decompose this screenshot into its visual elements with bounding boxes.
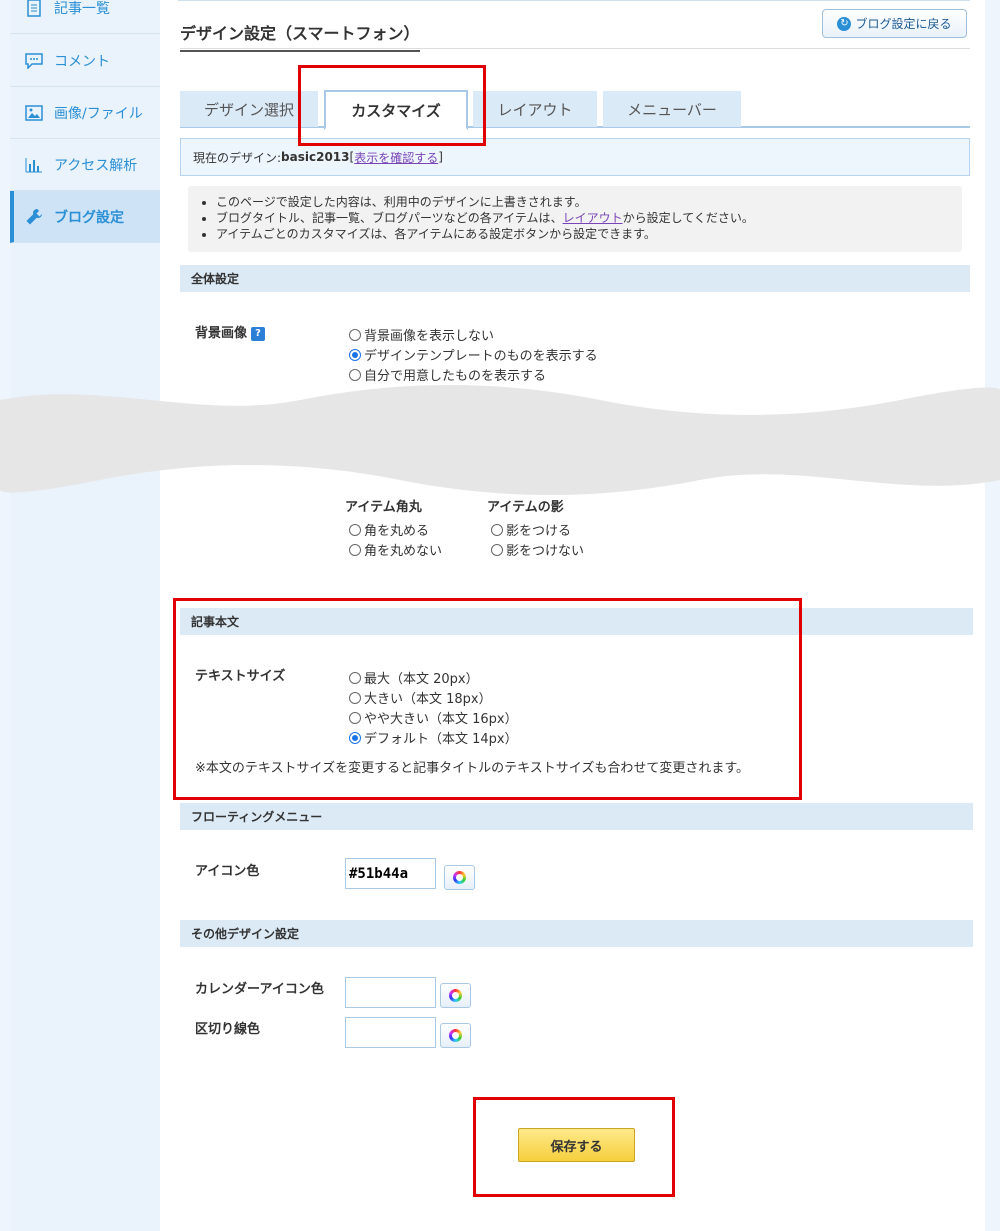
divider <box>180 48 970 49</box>
calendar-icon-color-label: カレンダーアイコン色 <box>195 982 324 997</box>
color-wheel-icon <box>449 989 462 1002</box>
notice-text: から設定してください。 <box>622 211 754 225</box>
sidebar-item-articles[interactable]: 記事一覧 <box>10 0 160 34</box>
help-icon[interactable]: ? <box>251 326 266 341</box>
current-design-prefix: 現在のデザイン: <box>193 150 282 165</box>
back-to-blog-settings-button[interactable]: ↻ ブログ設定に戻る <box>822 9 967 38</box>
notice-item: このページで設定した内容は、利用中のデザインに上書きされます。 <box>216 194 950 210</box>
text-size-note: ※本文のテキストサイズを変更すると記事タイトルのテキストサイズも合わせて変更され… <box>195 761 750 776</box>
radio-button[interactable] <box>349 523 361 536</box>
section-header-floating-menu: フローティングメニュー <box>180 803 973 830</box>
section-header-article-body: 記事本文 <box>180 608 973 635</box>
bracket: ] <box>438 150 443 164</box>
sidebar-item-label: 画像/ファイル <box>54 105 143 122</box>
option-label: 角を丸めない <box>364 544 443 559</box>
sidebar: 記事一覧 コメント 画像/ファイル アクセス解析 ブログ設定 <box>10 0 160 1231</box>
radio-button[interactable] <box>349 543 361 556</box>
option-label: 影をつけない <box>506 544 585 559</box>
shadow-on-option[interactable]: 影をつける <box>491 520 571 539</box>
tab-bar: デザイン選択 カスタマイズ レイアウト メニューバー <box>180 90 970 130</box>
option-label: 影をつける <box>506 524 572 539</box>
calendar-color-picker-button[interactable] <box>440 983 471 1008</box>
corner-square-option[interactable]: 角を丸めない <box>349 540 442 559</box>
text-size-option-default[interactable]: デフォルト（本文 14px） <box>349 728 518 747</box>
bg-option-template[interactable]: デザインテンプレートのものを表示する <box>349 345 598 364</box>
radio-button[interactable] <box>349 368 361 381</box>
back-button-label: ブログ設定に戻る <box>855 17 952 31</box>
radio-button[interactable] <box>349 691 361 704</box>
shadow-off-option[interactable]: 影をつけない <box>491 540 584 559</box>
corner-round-option[interactable]: 角を丸める <box>349 520 429 539</box>
tab-layout[interactable]: レイアウト <box>473 91 597 127</box>
tab-menu-bar[interactable]: メニューバー <box>603 91 741 127</box>
section-header-global: 全体設定 <box>180 265 970 292</box>
sidebar-item-blog-settings[interactable]: ブログ設定 <box>10 191 160 243</box>
text-size-label: テキストサイズ <box>195 669 286 684</box>
bar-chart-icon <box>24 155 44 175</box>
text-size-option-medium[interactable]: やや大きい（本文 16px） <box>349 708 518 727</box>
icon-color-label: アイコン色 <box>195 864 260 879</box>
bg-image-label: 背景画像? <box>195 322 266 341</box>
notice-item: アイテムごとのカスタマイズは、各アイテムにある設定ボタンから設定できます。 <box>216 226 950 242</box>
radio-button[interactable] <box>349 348 361 361</box>
sidebar-item-label: アクセス解析 <box>54 157 138 174</box>
divider-color-input[interactable] <box>345 1017 436 1048</box>
option-label: 背景画像を表示しない <box>364 329 495 344</box>
image-icon <box>24 103 44 123</box>
current-design-bar: 現在のデザイン: basic2013 [ 表示を確認する ] <box>180 138 970 176</box>
document-list-icon <box>24 0 44 18</box>
notice-text: ブログタイトル、記事一覧、ブログパーツなどの各アイテムは、 <box>216 211 563 225</box>
tab-customize[interactable]: カスタマイズ <box>324 90 468 130</box>
text-size-option-large[interactable]: 大きい（本文 18px） <box>349 688 492 707</box>
tab-design-select[interactable]: デザイン選択 <box>180 91 318 127</box>
option-label: 角を丸める <box>364 524 430 539</box>
current-design-name: basic2013 <box>281 150 350 164</box>
notice-item: ブログタイトル、記事一覧、ブログパーツなどの各アイテムは、レイアウトから設定して… <box>216 210 950 226</box>
comment-icon <box>24 51 44 71</box>
radio-button[interactable] <box>349 711 361 724</box>
section-header-other-design: その他デザイン設定 <box>180 920 973 947</box>
calendar-icon-color-input[interactable] <box>345 977 436 1008</box>
icon-color-picker-button[interactable] <box>444 865 475 890</box>
wrench-icon <box>24 207 44 227</box>
divider-color-label: 区切り線色 <box>195 1022 261 1037</box>
color-wheel-icon <box>449 1029 462 1042</box>
divider <box>178 0 970 1</box>
save-button[interactable]: 保存する <box>518 1128 635 1162</box>
sidebar-item-images[interactable]: 画像/ファイル <box>10 87 160 139</box>
divider-color-picker-button[interactable] <box>440 1023 471 1048</box>
radio-button[interactable] <box>349 731 361 744</box>
option-label: 大きい（本文 18px） <box>364 692 492 707</box>
sidebar-item-label: 記事一覧 <box>54 0 110 17</box>
color-wheel-icon <box>453 871 466 884</box>
sidebar-item-comments[interactable]: コメント <box>10 35 160 87</box>
sidebar-item-label: コメント <box>54 53 110 70</box>
bg-option-none[interactable]: 背景画像を表示しない <box>349 325 494 344</box>
option-label: やや大きい（本文 16px） <box>364 712 518 727</box>
radio-button[interactable] <box>349 671 361 684</box>
section-break-wave <box>0 385 1000 495</box>
main-panel: デザイン設定（スマートフォン） ↻ ブログ設定に戻る デザイン選択 カスタマイズ… <box>160 0 985 1231</box>
option-label: デフォルト（本文 14px） <box>364 732 518 747</box>
notice-list: このページで設定した内容は、利用中のデザインに上書きされます。 ブログタイトル、… <box>188 186 962 252</box>
icon-color-input[interactable]: #51b44a <box>345 858 436 889</box>
bg-image-label-text: 背景画像 <box>195 326 248 341</box>
preview-design-link[interactable]: 表示を確認する <box>354 149 438 166</box>
option-label: デザインテンプレートのものを表示する <box>364 349 598 364</box>
layout-link[interactable]: レイアウト <box>563 211 623 225</box>
radio-button[interactable] <box>491 523 503 536</box>
option-label: 最大（本文 20px） <box>364 672 479 687</box>
text-size-option-max[interactable]: 最大（本文 20px） <box>349 668 479 687</box>
radio-button[interactable] <box>349 328 361 341</box>
return-arrow-icon: ↻ <box>837 16 852 31</box>
sidebar-item-label: ブログ設定 <box>54 209 124 226</box>
radio-button[interactable] <box>491 543 503 556</box>
sidebar-item-analytics[interactable]: アクセス解析 <box>10 139 160 191</box>
